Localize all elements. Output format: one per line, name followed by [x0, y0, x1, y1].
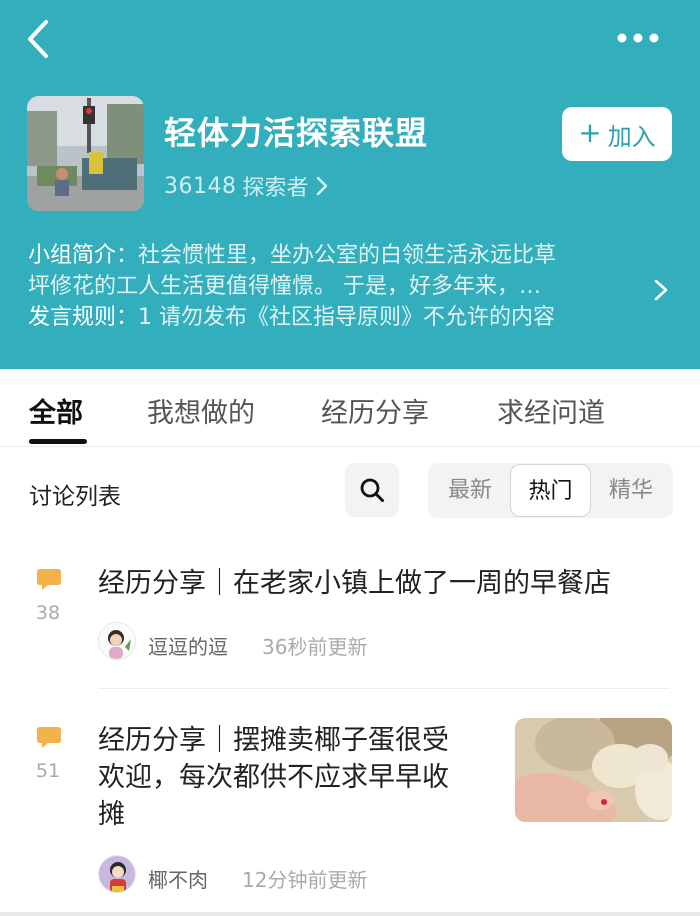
- member-label: 探索者: [242, 176, 309, 201]
- member-count: 36148: [164, 173, 237, 199]
- comment-bubble-icon: [37, 569, 61, 590]
- intro-expand-chevron-icon[interactable]: [652, 277, 670, 303]
- post-title-line: 摊: [98, 799, 125, 830]
- post-title-line: 经历分享｜摆摊卖椰子蛋很受: [98, 725, 449, 756]
- intro-text-line2: 坪修花的工人生活更值得憧憬。 于是，好多年来，…: [28, 274, 541, 299]
- intro-text-line1: 社会惯性里，坐办公室的白领生活永远比草: [138, 243, 557, 268]
- post-updated-time: 12分钟前更新: [242, 868, 368, 892]
- bottom-divider: [0, 912, 700, 916]
- search-button[interactable]: [345, 463, 399, 517]
- comment-count: 38: [35, 602, 61, 624]
- post-thumbnail-image[interactable]: [515, 718, 672, 822]
- group-name: 轻体力活探索联盟: [164, 114, 429, 152]
- chevron-right-icon: [316, 176, 327, 196]
- back-chevron-icon[interactable]: [20, 16, 60, 62]
- tab-want-to-do[interactable]: 我想做的: [147, 391, 255, 430]
- post-author[interactable]: 逗逗的逗: [148, 631, 228, 660]
- author-avatar[interactable]: [98, 855, 136, 893]
- member-count-link[interactable]: 36148 探索者: [164, 170, 329, 202]
- post-updated-time: 36秒前更新: [262, 635, 368, 659]
- sort-latest[interactable]: 最新: [430, 463, 510, 518]
- post-author[interactable]: 椰不肉: [148, 864, 208, 893]
- post-title[interactable]: 经历分享｜在老家小镇上做了一周的早餐店: [98, 565, 611, 602]
- intro-label: 小组简介：: [28, 243, 139, 268]
- comment-count: 51: [35, 760, 61, 782]
- post-title-line: 欢迎，每次都供不应求早早收: [98, 762, 449, 793]
- group-cover-image[interactable]: [27, 96, 144, 211]
- join-label: 加入: [607, 122, 656, 151]
- post-divider: [98, 688, 670, 689]
- search-icon: [360, 478, 384, 502]
- sort-featured[interactable]: 精华: [591, 463, 671, 518]
- discussion-list-title: 讨论列表: [29, 484, 121, 510]
- comment-bubble-icon: [37, 727, 61, 748]
- tab-ask-advice[interactable]: 求经问道: [497, 391, 605, 430]
- tab-experience-share[interactable]: 经历分享: [321, 391, 429, 430]
- post-title[interactable]: 经历分享｜摆摊卖椰子蛋很受 欢迎，每次都供不应求早早收 摊: [98, 722, 498, 833]
- sort-hot[interactable]: 热门: [510, 464, 591, 517]
- more-dots-icon[interactable]: [612, 24, 664, 52]
- author-avatar[interactable]: [98, 622, 136, 660]
- sort-segmented-control: 最新 热门 精华: [428, 463, 673, 518]
- rules-text: 1 请勿发布《社区指导原则》不允许的内容: [138, 305, 556, 330]
- active-tab-indicator: [29, 439, 87, 444]
- group-intro[interactable]: 小组简介：社会惯性里，坐办公室的白领生活永远比草 坪修花的工人生活更值得憧憬。 …: [28, 240, 648, 333]
- rules-label: 发言规则：: [28, 305, 139, 330]
- tab-bar: 全部 我想做的 经历分享 求经问道: [0, 369, 700, 447]
- group-header: 轻体力活探索联盟 36148 探索者 + 加入 小组简介：社会惯性里，坐办公室的…: [0, 0, 700, 369]
- plus-icon: +: [578, 115, 602, 149]
- tab-all[interactable]: 全部: [29, 391, 83, 430]
- join-group-button[interactable]: + 加入: [562, 107, 672, 161]
